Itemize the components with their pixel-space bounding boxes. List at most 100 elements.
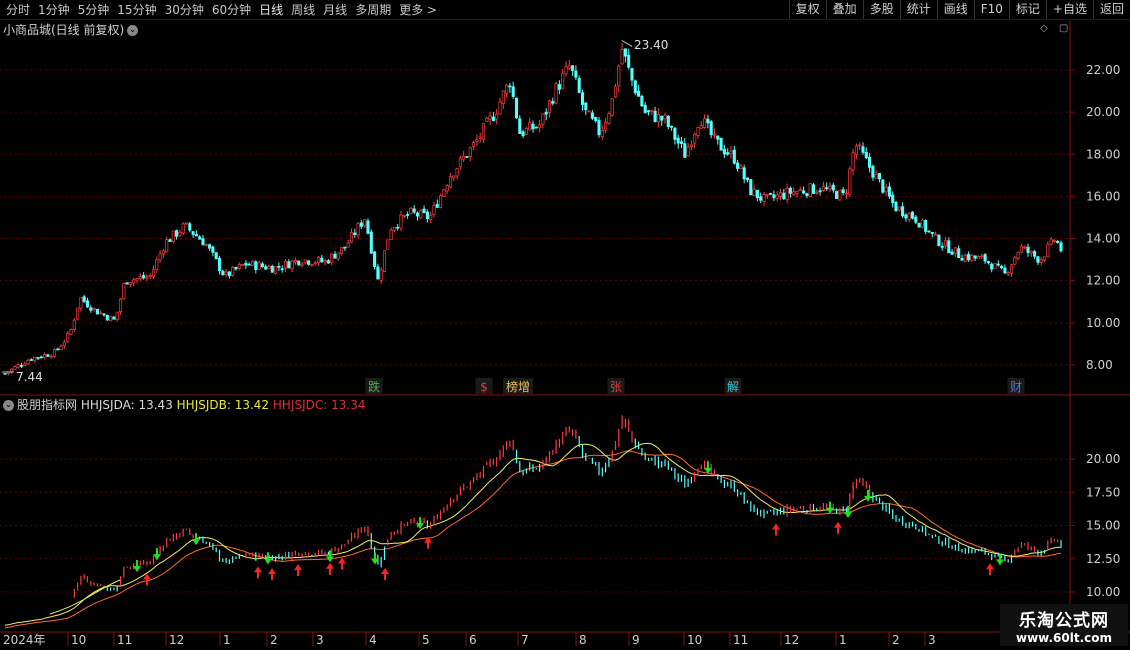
candle-body: [554, 83, 558, 104]
x-year-label: 2024年: [3, 633, 46, 647]
x-month-label: 12: [169, 633, 184, 647]
candle-body: [396, 226, 400, 229]
candle-body: [208, 244, 212, 249]
y-tick-label: 10.00: [1086, 585, 1120, 599]
candle-body: [89, 307, 93, 311]
candle-body: [907, 213, 911, 220]
candle-body: [551, 101, 555, 104]
x-month-label: 4: [369, 633, 377, 647]
candle-body: [650, 109, 654, 112]
candle-body: [848, 168, 852, 196]
event-marker: 张: [610, 380, 622, 394]
candle-body: [488, 115, 492, 120]
candle-body: [158, 253, 162, 261]
candle-body: [950, 251, 954, 255]
candle-body: [485, 117, 489, 122]
candle-body: [590, 112, 594, 119]
low-label: 7.44: [16, 370, 43, 384]
candle-body: [901, 206, 905, 217]
candle-body: [683, 143, 687, 158]
candle-body: [224, 271, 228, 275]
candle-body: [376, 266, 380, 280]
candle-body: [270, 266, 274, 273]
candle-body: [930, 232, 934, 234]
candle-body: [914, 216, 918, 223]
candle-body: [125, 282, 129, 285]
candle-body: [432, 204, 436, 215]
candle-body: [960, 258, 964, 261]
candle-body: [1039, 259, 1043, 263]
candle-body: [769, 193, 773, 195]
candle-body: [425, 211, 429, 220]
candle-body: [85, 300, 90, 308]
event-marker: 跌: [368, 379, 380, 394]
indicator-line-c: [4, 450, 1062, 629]
candle-body: [877, 173, 882, 180]
candle-body: [3, 372, 7, 375]
candles: [3, 42, 1063, 376]
candle-body: [782, 192, 786, 199]
candle-body: [858, 144, 862, 147]
candle-body: [587, 110, 591, 113]
candle-body: [316, 257, 321, 263]
candle-body: [359, 222, 363, 227]
candle-body: [250, 260, 255, 266]
candle-body: [392, 227, 396, 231]
candle-body: [181, 223, 185, 234]
candle-body: [524, 127, 528, 135]
candle-body: [99, 312, 103, 315]
candle-body: [217, 257, 222, 271]
candle-body: [462, 155, 466, 160]
candle-body: [871, 165, 875, 178]
candle-body: [891, 194, 895, 204]
candle-body: [452, 175, 456, 179]
candle-body: [412, 208, 416, 213]
candle-body: [1026, 246, 1030, 253]
candle-body: [825, 187, 829, 189]
candle-body: [963, 255, 967, 262]
candle-body: [613, 86, 618, 98]
candle-body: [320, 257, 324, 263]
candle-body: [343, 246, 347, 249]
x-month-label: 1: [839, 633, 847, 647]
candle-body: [264, 266, 268, 270]
candle-body: [1000, 265, 1004, 269]
candle-body: [241, 263, 245, 266]
candle-body: [1023, 246, 1027, 249]
candle-body: [957, 248, 961, 259]
candle-body: [953, 247, 957, 254]
candle-body: [379, 269, 383, 281]
candle-body: [445, 185, 449, 192]
sell-arrow-icon: [826, 501, 834, 514]
x-month-label: 3: [928, 633, 936, 647]
x-month-label: 6: [469, 633, 477, 647]
candle-body: [844, 192, 849, 195]
candle-body: [72, 319, 76, 331]
candle-body: [993, 263, 997, 269]
candle-body: [851, 152, 855, 171]
sell-arrow-icon: [864, 489, 872, 502]
axis-labels: 22.00 20.00 18.00 16.00 14.00 12.00 10.00 8.00 2…: [2, 38, 1120, 647]
candle-body: [739, 165, 743, 170]
candle-body: [736, 162, 740, 169]
candle-body: [118, 298, 123, 312]
x-month-label: 5: [422, 633, 430, 647]
price-chart[interactable]: 22.00 20.00 18.00 16.00 14.00 12.00 10.00 8.00 2…: [0, 0, 1130, 650]
candle-body: [1019, 245, 1023, 253]
candle-body: [854, 145, 858, 155]
candle-body: [82, 296, 86, 302]
candle-body: [373, 251, 377, 267]
candle-body: [904, 214, 908, 219]
candle-body: [640, 95, 644, 107]
candle-body: [23, 363, 27, 367]
candle-body: [630, 68, 634, 81]
x-month-label: 2: [892, 633, 900, 647]
candle-body: [1052, 239, 1056, 242]
candle-body: [227, 271, 231, 277]
watermark: 乐淘公式网 www.60lt.com: [1000, 604, 1128, 646]
watermark-title: 乐淘公式网: [1019, 611, 1109, 631]
y-tick-label: 12.00: [1086, 274, 1120, 288]
candle-body: [399, 214, 403, 229]
candle-body: [43, 353, 47, 358]
candle-body: [142, 275, 146, 279]
